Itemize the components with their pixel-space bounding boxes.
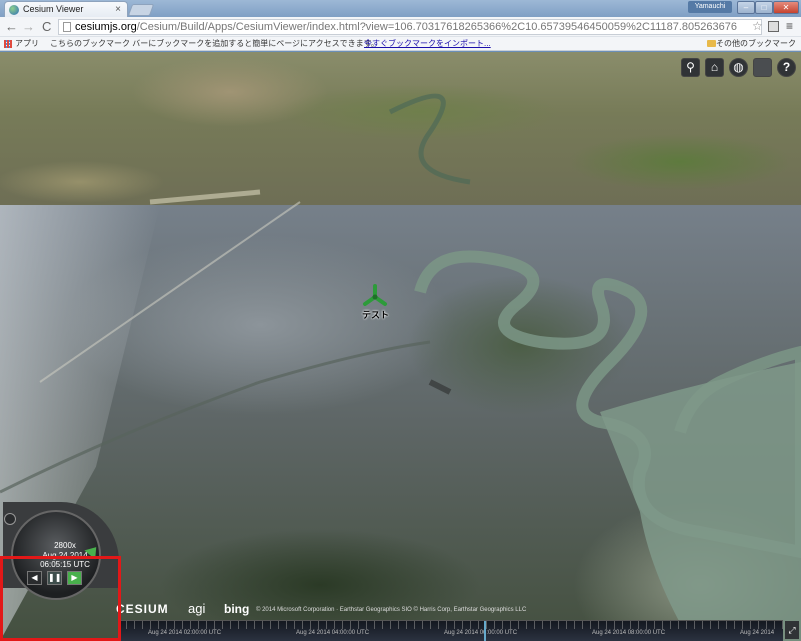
timeline[interactable]: Aug 24 2014 02:00:00 UTC Aug 24 2014 04:…	[118, 620, 783, 641]
agi-logo[interactable]: agi	[188, 601, 205, 616]
fullscreen-button[interactable]: ⤢	[785, 621, 799, 639]
realtime-toggle-icon[interactable]	[4, 513, 16, 525]
other-bookmarks-link[interactable]: その他のブックマーク	[716, 37, 796, 50]
base-layer-picker-button[interactable]	[753, 58, 772, 77]
folder-icon	[707, 40, 716, 47]
browser-toolbar: ← → C cesiumjs.org/Cesium/Build/Apps/Ces…	[0, 17, 801, 37]
globe-icon: ◍	[733, 60, 744, 74]
url-host: cesiumjs.org	[75, 21, 137, 33]
timeline-needle[interactable]	[484, 621, 486, 641]
back-button[interactable]: ←	[5, 19, 18, 34]
address-bar[interactable]: cesiumjs.org/Cesium/Build/Apps/CesiumVie…	[58, 19, 762, 35]
browser-tab[interactable]: Cesium Viewer ×	[4, 1, 128, 17]
reload-button[interactable]: C	[42, 19, 51, 34]
url-path: /Cesium/Build/Apps/CesiumViewer/index.ht…	[136, 21, 737, 33]
timeline-label: Aug 24 2014 02:00:00 UTC	[148, 630, 222, 636]
minimize-icon: ‒	[743, 3, 749, 12]
home-icon: ⌂	[710, 60, 719, 74]
geocoder-search-button[interactable]: ⚲	[681, 58, 700, 77]
map-billboard[interactable]: テスト	[362, 284, 392, 320]
tab-close-icon[interactable]: ×	[115, 2, 121, 17]
page-icon	[63, 22, 71, 32]
animation-speed: 2800x	[54, 541, 76, 550]
cesium-viewer[interactable]: ⚲ ⌂ ◍ ? テスト CESIUM agi bing © 2014 Micro…	[0, 52, 801, 641]
chrome-menu-icon[interactable]: ≡	[786, 19, 793, 33]
timeline-label: Aug 24 2014 08:00:00 UTC	[592, 630, 666, 636]
tab-title: Cesium Viewer	[23, 4, 84, 14]
timeline-label: Aug 24 2014 04:00:00 UTC	[296, 630, 370, 636]
search-icon: ⚲	[686, 60, 695, 74]
close-icon: ✕	[782, 3, 790, 12]
navigation-help-button[interactable]: ?	[777, 58, 796, 77]
play-reverse-button[interactable]: ◀	[27, 571, 42, 585]
scene-mode-button[interactable]: ◍	[729, 58, 748, 77]
credit-display: CESIUM agi bing © 2014 Microsoft Corpora…	[116, 600, 536, 620]
timeline-label: Aug 24 2014	[740, 630, 775, 636]
apps-grid-icon[interactable]	[4, 40, 12, 48]
forward-button[interactable]: →	[22, 19, 35, 34]
bing-logo[interactable]: bing	[224, 602, 249, 616]
user-profile-badge[interactable]: Yamauchi	[688, 1, 732, 13]
window-maximize-button[interactable]: □	[755, 1, 773, 14]
browser-window: Cesium Viewer × Yamauchi ‒ □ ✕ ← → C ces…	[0, 0, 801, 641]
timeline-label: Aug 24 2014 06:00:00 UTC	[444, 630, 518, 636]
imagery-credit-text: © 2014 Microsoft Corporation · Earthstar…	[256, 607, 527, 613]
river-imagery	[0, 93, 801, 641]
billboard-label: テスト	[362, 310, 390, 320]
extension-icon[interactable]	[768, 21, 779, 32]
cesium-favicon-icon	[9, 5, 19, 15]
cesium-logo[interactable]: CESIUM	[116, 602, 169, 616]
apps-link[interactable]: アプリ	[15, 37, 39, 50]
wind-turbine-icon	[363, 284, 387, 306]
maximize-icon: □	[761, 3, 767, 12]
timeline-ticks	[118, 621, 783, 629]
bookmark-star-icon[interactable]: ☆	[752, 19, 763, 33]
play-forward-button[interactable]: ▶	[67, 571, 82, 585]
pause-button[interactable]: ❚❚	[47, 571, 62, 585]
window-minimize-button[interactable]: ‒	[737, 1, 755, 14]
bookmarks-hint-text: こちらのブックマーク バーにブックマークを追加すると簡単にページにアクセスできま…	[50, 39, 379, 48]
title-bar: Cesium Viewer × Yamauchi ‒ □ ✕	[0, 0, 801, 17]
window-close-button[interactable]: ✕	[773, 1, 799, 14]
bookmarks-bar: アプリ こちらのブックマーク バーにブックマークを追加すると簡単にページにアクセ…	[0, 37, 801, 51]
import-bookmarks-link[interactable]: 今すぐブックマークをインポート...	[364, 37, 491, 50]
new-tab-button[interactable]	[127, 4, 155, 16]
help-icon: ?	[782, 60, 791, 74]
home-view-button[interactable]: ⌂	[705, 58, 724, 77]
animation-time: 06:05:15 UTC	[40, 560, 90, 569]
